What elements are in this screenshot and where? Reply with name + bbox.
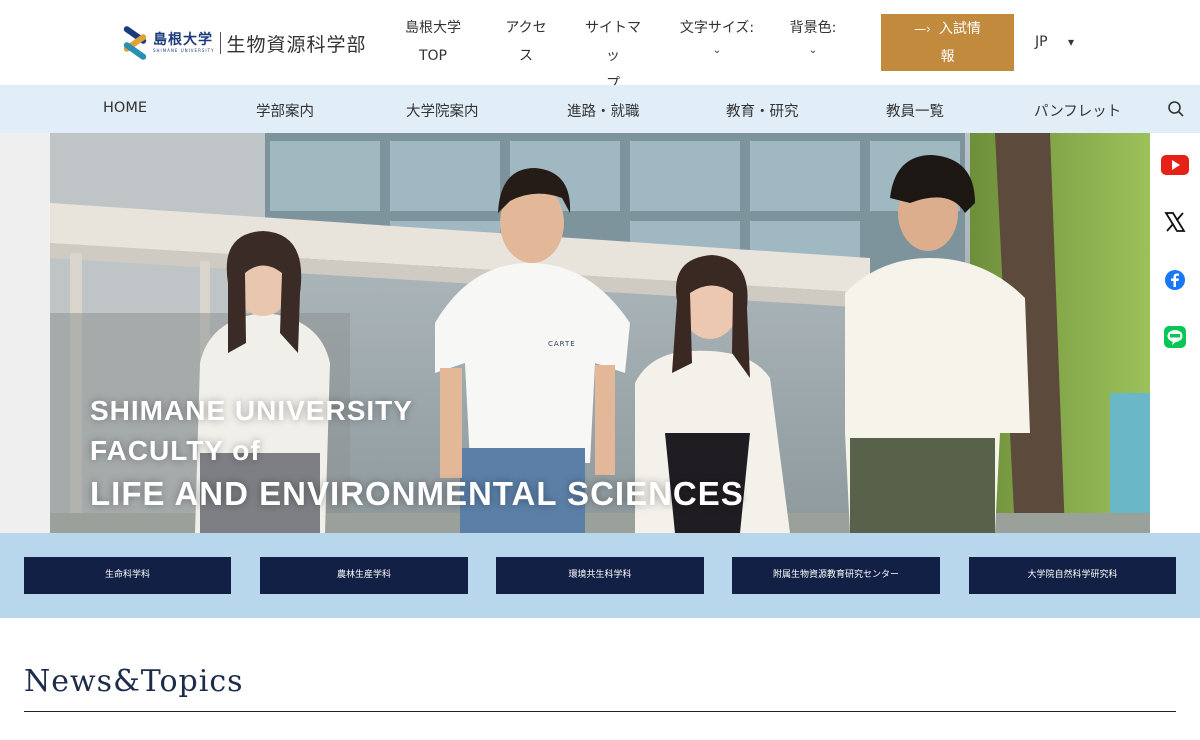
nav-home[interactable]: HOME <box>103 100 147 116</box>
nav-graduate-school[interactable]: 大学院案内 <box>406 100 479 121</box>
admissions-info-button[interactable]: —› 入試情 報 <box>881 14 1014 71</box>
background-color-dropdown[interactable]: 背景色: ⌄ <box>786 14 840 58</box>
logo-divider <box>220 32 222 54</box>
main-navigation: HOME 学部案内 大学院案内 進路・就職 教育・研究 教員一覧 パンフレット <box>0 85 1200 133</box>
logo-faculty-name: 生物資源科学部 <box>226 33 367 56</box>
hero-title-line3: LIFE AND ENVIRONMENTAL SCIENCES <box>90 475 744 512</box>
facebook-icon[interactable] <box>1161 266 1189 294</box>
chevron-down-icon: ⌄ <box>808 45 818 56</box>
font-size-dropdown[interactable]: 文字サイズ: ⌄ <box>679 14 755 58</box>
hero-title-line2: FACULTY of <box>90 435 261 466</box>
hero-title-line1: SHIMANE UNIVERSITY <box>90 395 413 426</box>
search-icon[interactable] <box>1167 100 1185 118</box>
logo-university-name-en: SHIMANE UNIVERSITY <box>153 48 215 53</box>
news-topics-heading: News&Topics <box>24 664 244 699</box>
hero-title: SHIMANE UNIVERSITY FACULTY of LIFE AND E… <box>90 391 744 517</box>
news-divider <box>24 711 1176 712</box>
university-top-link[interactable]: 島根大学 TOP <box>403 14 463 70</box>
dept-environmental-science-button[interactable]: 環境共生科学科 <box>496 557 704 594</box>
nav-faculty-guide[interactable]: 学部案内 <box>256 100 314 121</box>
chevron-down-icon: ⌄ <box>712 45 722 56</box>
line-icon[interactable] <box>1161 323 1189 351</box>
nav-label: アクセ <box>505 20 547 36</box>
university-logo-icon <box>122 25 148 61</box>
site-logo[interactable]: 島根大学 SHIMANE UNIVERSITY 生物資源科学部 <box>122 25 367 61</box>
nav-label: ス <box>519 48 533 64</box>
dept-life-science-button[interactable]: 生命科学科 <box>24 557 231 594</box>
hero-image: SHIMANE UNIVERSITY FACULTY of LIFE AND E… <box>50 133 1150 533</box>
language-label: JP <box>1035 34 1048 50</box>
access-link[interactable]: アクセ ス <box>502 14 550 70</box>
nav-career[interactable]: 進路・就職 <box>567 100 640 121</box>
youtube-icon[interactable] <box>1161 151 1189 179</box>
logo-university-name: 島根大学 <box>153 32 213 48</box>
hero-left-margin <box>0 133 50 533</box>
exam-label: 報 <box>940 49 955 65</box>
nav-label: 背景色: <box>789 20 837 36</box>
graduate-school-button[interactable]: 大学院自然科学研究科 <box>969 557 1176 594</box>
nav-label: TOP <box>418 48 447 64</box>
chevron-down-icon: ▾ <box>1068 35 1075 49</box>
exam-label: 入試情 <box>938 21 981 37</box>
nav-label: サイトマッ <box>585 20 641 64</box>
nav-label: 島根大学 <box>405 20 461 36</box>
nav-pamphlet[interactable]: パンフレット <box>1034 100 1121 121</box>
x-icon[interactable] <box>1161 208 1189 236</box>
nav-faculty-list[interactable]: 教員一覧 <box>886 100 944 121</box>
tshirt-print-text: CARTE <box>548 340 576 348</box>
site-header: 島根大学 SHIMANE UNIVERSITY 生物資源科学部 島根大学 TOP… <box>0 0 1200 92</box>
nav-education-research[interactable]: 教育・研究 <box>726 100 799 121</box>
research-center-button[interactable]: 附属生物資源教育研究センター <box>732 557 940 594</box>
nav-label: 文字サイズ: <box>679 20 755 36</box>
language-selector[interactable]: JP ▾ <box>1035 34 1074 50</box>
arrow-right-icon: —› <box>914 22 931 36</box>
dept-agriculture-forestry-button[interactable]: 農林生産学科 <box>260 557 468 594</box>
